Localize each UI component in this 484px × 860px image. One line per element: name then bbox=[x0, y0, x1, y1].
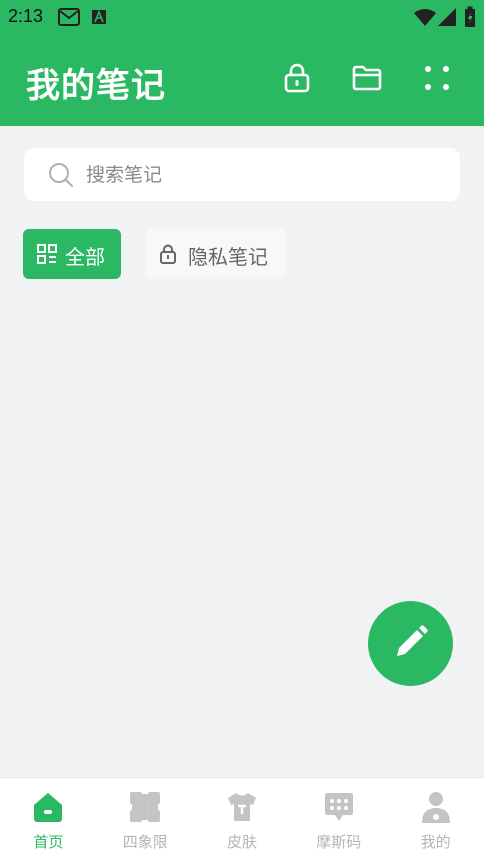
nav-profile[interactable]: 我的 bbox=[387, 778, 484, 860]
quadrant-icon bbox=[128, 790, 163, 824]
nav-skin-label: 皮肤 bbox=[226, 833, 257, 851]
tshirt-icon bbox=[225, 790, 259, 824]
lock-icon bbox=[159, 244, 177, 268]
notification-mail-icon bbox=[58, 7, 80, 31]
app-header: 我的笔记 bbox=[0, 34, 484, 126]
category-private-chip[interactable]: 隐私笔记 bbox=[145, 229, 286, 279]
nav-profile-label: 我的 bbox=[420, 833, 451, 851]
nav-morse[interactable]: 摩斯码 bbox=[290, 778, 387, 860]
category-all-label: 全部 bbox=[65, 245, 105, 269]
lock-icon bbox=[283, 63, 311, 97]
bottom-navigation: 首页 四象限 皮肤 摩斯码 我的 bbox=[0, 777, 484, 860]
new-note-button[interactable] bbox=[368, 601, 453, 686]
category-all-chip[interactable]: 全部 bbox=[23, 229, 121, 279]
status-time: 2:13 bbox=[8, 6, 44, 26]
pencil-icon bbox=[393, 624, 429, 664]
status-bar: 2:13 bbox=[0, 0, 484, 34]
category-private-label: 隐私笔记 bbox=[188, 245, 268, 269]
search-icon bbox=[48, 162, 74, 192]
notification-app-icon bbox=[92, 9, 106, 28]
folder-button[interactable] bbox=[351, 64, 383, 96]
home-icon bbox=[31, 790, 65, 824]
message-icon bbox=[322, 790, 356, 824]
search-bar bbox=[24, 148, 460, 201]
wifi-icon bbox=[414, 8, 436, 30]
nav-quadrant-label: 四象限 bbox=[122, 833, 168, 851]
grid-dots-button[interactable] bbox=[421, 64, 453, 96]
nav-skin[interactable]: 皮肤 bbox=[194, 778, 291, 860]
nav-home-label: 首页 bbox=[33, 833, 64, 851]
signal-icon bbox=[438, 8, 456, 30]
page-title: 我的笔记 bbox=[26, 66, 166, 106]
nav-home[interactable]: 首页 bbox=[0, 778, 97, 860]
battery-icon bbox=[464, 6, 476, 32]
grid-icon bbox=[37, 244, 57, 268]
nav-quadrant[interactable]: 四象限 bbox=[97, 778, 194, 860]
folder-icon bbox=[352, 65, 382, 95]
grid-dots-icon bbox=[424, 65, 450, 95]
privacy-lock-button[interactable] bbox=[281, 63, 313, 97]
search-input[interactable] bbox=[86, 158, 446, 192]
user-icon bbox=[419, 790, 453, 824]
nav-morse-label: 摩斯码 bbox=[316, 833, 362, 851]
